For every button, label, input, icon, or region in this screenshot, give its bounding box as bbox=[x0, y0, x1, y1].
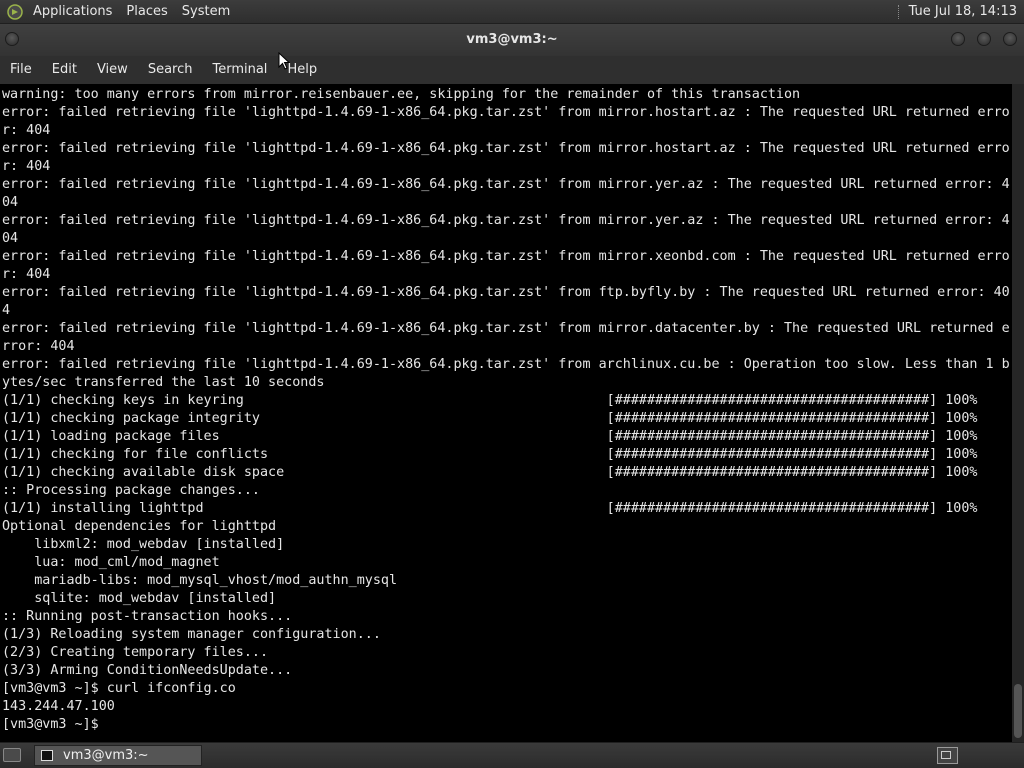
terminal-menubar: File Edit View Search Terminal Help bbox=[0, 56, 1024, 84]
terminal-line: rror: 404 bbox=[2, 339, 75, 354]
terminal-icon bbox=[41, 750, 53, 761]
terminal-line: 143.244.47.100 bbox=[2, 699, 115, 714]
workspace-switcher-icon[interactable] bbox=[937, 747, 958, 764]
terminal-line: :: Running post-transaction hooks... bbox=[2, 609, 293, 624]
workspace-thumbnail bbox=[941, 751, 951, 759]
terminal-line: r: 404 bbox=[2, 123, 51, 138]
terminal-line: sqlite: mod_webdav [installed] bbox=[2, 591, 277, 606]
terminal-line: 04 bbox=[2, 195, 19, 210]
show-desktop-icon[interactable] bbox=[3, 748, 21, 762]
applications-menu[interactable]: Applications bbox=[27, 0, 120, 24]
terminal-line: (1/1) loading package files [###########… bbox=[2, 429, 978, 444]
terminal-line: error: failed retrieving file 'lighttpd-… bbox=[2, 141, 1010, 156]
terminal-line: (3/3) Arming ConditionNeedsUpdate... bbox=[2, 663, 293, 678]
terminal-line: error: failed retrieving file 'lighttpd-… bbox=[2, 177, 1010, 192]
terminal-line: libxml2: mod_webdav [installed] bbox=[2, 537, 285, 552]
terminal-scrollbar[interactable] bbox=[1012, 84, 1024, 742]
terminal-line: error: failed retrieving file 'lighttpd-… bbox=[2, 249, 1010, 264]
terminal-line: error: failed retrieving file 'lighttpd-… bbox=[2, 357, 1010, 372]
taskbar-button-label: vm3@vm3:~ bbox=[63, 748, 149, 763]
clock[interactable]: Tue Jul 18, 14:13 bbox=[909, 4, 1024, 19]
terminal-line: :: Processing package changes... bbox=[2, 483, 260, 498]
panel-separator bbox=[897, 4, 901, 19]
system-menu[interactable]: System bbox=[176, 0, 238, 24]
taskbar-button-terminal[interactable]: vm3@vm3:~ bbox=[34, 745, 202, 766]
terminal-line: (1/1) checking available disk space [###… bbox=[2, 465, 978, 480]
bottom-panel: vm3@vm3:~ bbox=[0, 742, 1024, 768]
menu-view[interactable]: View bbox=[87, 56, 138, 84]
window-titlebar[interactable]: vm3@vm3:~ bbox=[0, 24, 1024, 56]
terminal-line: error: failed retrieving file 'lighttpd-… bbox=[2, 285, 1010, 300]
window-title: vm3@vm3:~ bbox=[466, 32, 558, 47]
terminal-line: [vm3@vm3 ~]$ bbox=[2, 717, 107, 732]
mouse-cursor-icon bbox=[278, 52, 290, 70]
maximize-button[interactable] bbox=[977, 32, 991, 46]
terminal-line: lua: mod_cml/mod_magnet bbox=[2, 555, 220, 570]
terminal-line: error: failed retrieving file 'lighttpd-… bbox=[2, 105, 1010, 120]
menu-file[interactable]: File bbox=[0, 56, 42, 84]
minimize-button[interactable] bbox=[951, 32, 965, 46]
terminal-line: 04 bbox=[2, 231, 19, 246]
close-button[interactable] bbox=[1003, 32, 1017, 46]
scrollbar-thumb[interactable] bbox=[1014, 684, 1022, 738]
places-menu[interactable]: Places bbox=[120, 0, 175, 24]
terminal-line: (1/3) Reloading system manager configura… bbox=[2, 627, 381, 642]
terminal-line: (1/1) installing lighttpd [#############… bbox=[2, 501, 978, 516]
terminal-output: warning: too many errors from mirror.rei… bbox=[0, 84, 1012, 734]
mate-logo-icon[interactable] bbox=[7, 3, 23, 20]
terminal-line: Optional dependencies for lighttpd bbox=[2, 519, 277, 534]
terminal-line: 4 bbox=[2, 303, 11, 318]
terminal-line: error: failed retrieving file 'lighttpd-… bbox=[2, 213, 1010, 228]
terminal-line: (1/1) checking package integrity [######… bbox=[2, 411, 978, 426]
terminal-line: mariadb-libs: mod_mysql_vhost/mod_authn_… bbox=[2, 573, 398, 588]
menu-terminal[interactable]: Terminal bbox=[202, 56, 277, 84]
terminal-line: warning: too many errors from mirror.rei… bbox=[2, 87, 801, 102]
terminal-line: error: failed retrieving file 'lighttpd-… bbox=[2, 321, 1010, 336]
terminal-view[interactable]: warning: too many errors from mirror.rei… bbox=[0, 84, 1012, 742]
terminal-line: r: 404 bbox=[2, 159, 51, 174]
menu-search[interactable]: Search bbox=[138, 56, 203, 84]
menu-edit[interactable]: Edit bbox=[42, 56, 87, 84]
terminal-line: (2/3) Creating temporary files... bbox=[2, 645, 269, 660]
terminal-line: (1/1) checking keys in keyring [########… bbox=[2, 393, 978, 408]
terminal-line: ytes/sec transferred the last 10 seconds bbox=[2, 375, 325, 390]
top-panel: Applications Places System Tue Jul 18, 1… bbox=[0, 0, 1024, 24]
terminal-line: r: 404 bbox=[2, 267, 51, 282]
terminal-line: [vm3@vm3 ~]$ curl ifconfig.co bbox=[2, 681, 236, 696]
terminal-line: (1/1) checking for file conflicts [#####… bbox=[2, 447, 978, 462]
